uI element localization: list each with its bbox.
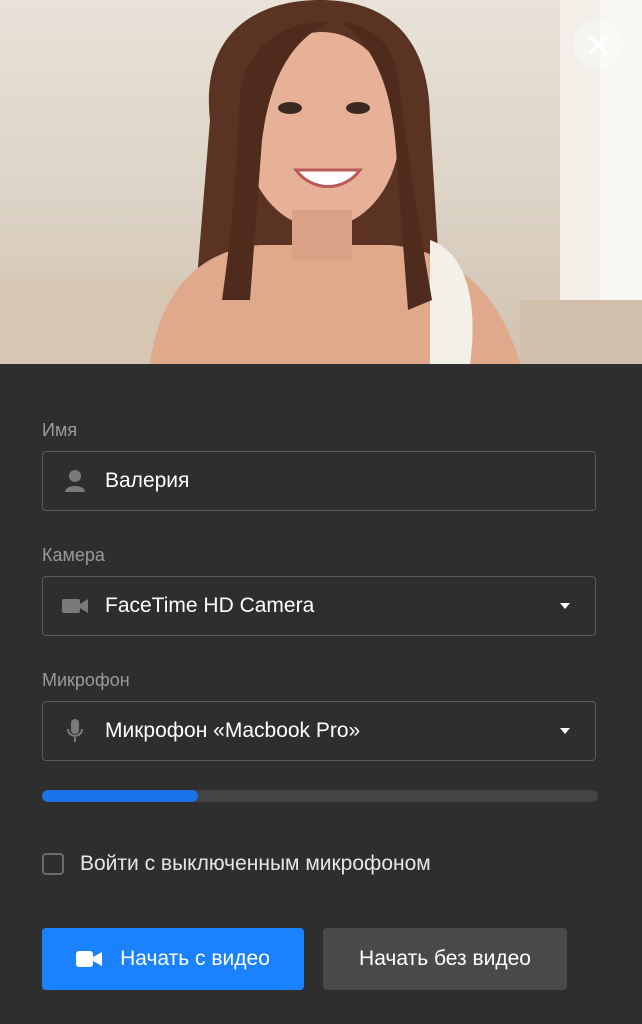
mic-level-fill	[42, 790, 198, 802]
camera-preview-image	[0, 0, 642, 364]
mic-select[interactable]: Микрофон «Macbook Pro»	[42, 701, 596, 761]
video-camera-icon	[61, 596, 89, 616]
mute-mic-label: Войти с выключенным микрофоном	[80, 852, 431, 875]
start-with-video-label: Начать с видео	[120, 947, 270, 970]
settings-panel: Имя Валерия Камера FaceTime HD Camera Ми…	[0, 364, 642, 1024]
start-with-video-button[interactable]: Начать с видео	[42, 928, 304, 990]
name-label: Имя	[42, 420, 78, 440]
camera-value: FaceTime HD Camera	[105, 594, 315, 617]
close-button[interactable]	[573, 20, 623, 70]
mic-value: Микрофон «Macbook Pro»	[105, 719, 361, 742]
camera-label: Камера	[42, 545, 105, 565]
camera-preview	[0, 0, 642, 364]
chevron-down-icon	[559, 722, 571, 740]
video-camera-icon	[76, 951, 103, 967]
chevron-down-icon	[559, 597, 571, 615]
mute-mic-option[interactable]: Войти с выключенным микрофоном	[42, 852, 431, 876]
close-icon	[588, 35, 608, 55]
name-field[interactable]: Валерия	[42, 451, 596, 511]
user-icon	[61, 469, 89, 493]
mute-mic-checkbox[interactable]	[42, 853, 64, 875]
name-input[interactable]: Валерия	[105, 469, 595, 493]
start-without-video-label: Начать без видео	[359, 947, 531, 970]
microphone-icon	[61, 718, 89, 744]
start-without-video-button[interactable]: Начать без видео	[323, 928, 567, 990]
mic-level-meter	[42, 790, 598, 802]
mic-label: Микрофон	[42, 670, 130, 690]
camera-select[interactable]: FaceTime HD Camera	[42, 576, 596, 636]
